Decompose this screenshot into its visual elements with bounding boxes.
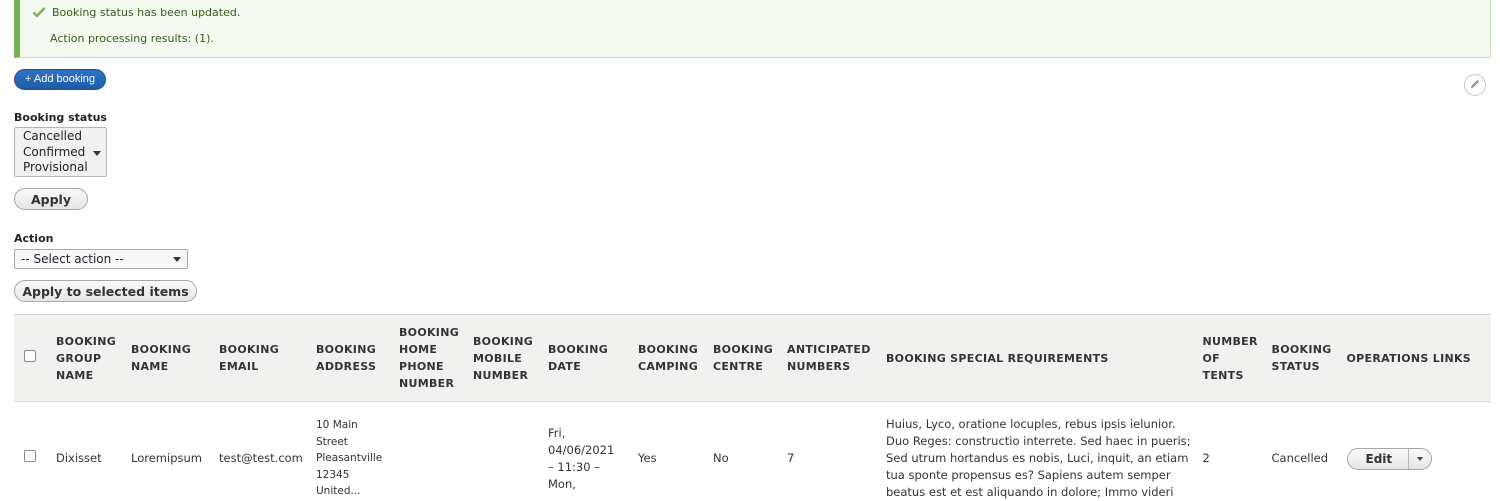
column-header[interactable]: BOOKINGNAME xyxy=(125,315,213,402)
camping-cell: Yes xyxy=(632,402,707,501)
column-header[interactable]: BOOKINGHOMEPHONENUMBER xyxy=(393,315,467,402)
edit-button[interactable]: Edit xyxy=(1348,449,1410,469)
column-header[interactable]: BOOKINGGROUPNAME xyxy=(50,315,125,402)
operations-toggle[interactable] xyxy=(1409,449,1431,469)
column-header[interactable]: NUMBEROFTENTS xyxy=(1197,315,1266,402)
result-message-text: Action processing results: (1). xyxy=(50,32,214,45)
column-header[interactable]: BOOKINGEMAIL xyxy=(213,315,310,402)
operations-dropbutton: Edit xyxy=(1347,448,1433,470)
column-header[interactable]: BOOKING SPECIAL REQUIREMENTS xyxy=(880,315,1197,402)
select-all-checkbox[interactable] xyxy=(24,350,36,362)
operations-cell: Edit xyxy=(1341,402,1491,501)
tents-cell: 2 xyxy=(1197,402,1266,501)
chevron-down-icon xyxy=(1417,457,1423,461)
status-option[interactable]: Provisional xyxy=(23,160,106,176)
booking-name-cell: Loremipsum xyxy=(125,402,213,501)
select-all-header xyxy=(14,315,50,402)
booking-status-label: Booking status xyxy=(14,111,107,124)
centre-cell: No xyxy=(707,402,781,501)
date-cell: Fri, 04/06/2021 – 11:30 – Mon, xyxy=(542,402,632,501)
bookings-table: BOOKINGGROUPNAME BOOKINGNAME BOOKINGEMAI… xyxy=(14,314,1491,501)
address-cell: 10 Main Street Pleasantville 12345 Unite… xyxy=(310,402,393,501)
column-header[interactable]: ANTICIPATEDNUMBERS xyxy=(781,315,880,402)
chevron-down-icon xyxy=(93,151,101,156)
column-header[interactable]: BOOKINGCAMPING xyxy=(632,315,707,402)
anticipated-cell: 7 xyxy=(781,402,880,501)
status-message-line: Booking status has been updated. xyxy=(32,3,1490,21)
mobile-cell xyxy=(467,402,542,501)
column-header[interactable]: BOOKINGDATE xyxy=(542,315,632,402)
row-checkbox[interactable] xyxy=(24,450,36,462)
status-message: Booking status has been updated. Action … xyxy=(14,0,1491,58)
apply-filter-button[interactable]: Apply xyxy=(14,188,88,210)
status-option[interactable]: Cancelled xyxy=(23,129,106,145)
email-cell: test@test.com xyxy=(213,402,310,501)
special-requirements-cell: Huius, Lyco, oratione locuples, rebus ip… xyxy=(880,402,1197,501)
chevron-down-icon xyxy=(173,257,181,262)
action-select-value: -- Select action -- xyxy=(21,252,124,266)
check-icon xyxy=(32,5,46,19)
edit-view-button[interactable] xyxy=(1464,74,1486,96)
column-header: OPERATIONS LINKS xyxy=(1341,315,1491,402)
column-header[interactable]: BOOKINGSTATUS xyxy=(1266,315,1341,402)
column-header[interactable]: BOOKINGMOBILENUMBER xyxy=(467,315,542,402)
status-cell: Cancelled xyxy=(1266,402,1341,501)
add-booking-button[interactable]: + Add booking xyxy=(14,69,106,90)
action-select[interactable]: -- Select action -- xyxy=(14,249,188,269)
table-row: Dixisset Loremipsum test@test.com 10 Mai… xyxy=(14,402,1491,501)
booking-status-select[interactable]: Cancelled Confirmed Provisional xyxy=(14,127,107,177)
action-label: Action xyxy=(14,232,53,245)
table-header-row: BOOKINGGROUPNAME BOOKINGNAME BOOKINGEMAI… xyxy=(14,315,1491,402)
row-select-cell xyxy=(14,402,50,501)
group-name-cell: Dixisset xyxy=(50,402,125,501)
home-phone-cell xyxy=(393,402,467,501)
result-message-line: Action processing results: (1). xyxy=(32,29,1490,47)
apply-to-selected-button[interactable]: Apply to selected items xyxy=(14,280,197,302)
column-header[interactable]: BOOKINGCENTRE xyxy=(707,315,781,402)
status-message-text: Booking status has been updated. xyxy=(52,6,240,19)
pencil-icon xyxy=(1469,78,1481,93)
column-header[interactable]: BOOKINGADDRESS xyxy=(310,315,393,402)
